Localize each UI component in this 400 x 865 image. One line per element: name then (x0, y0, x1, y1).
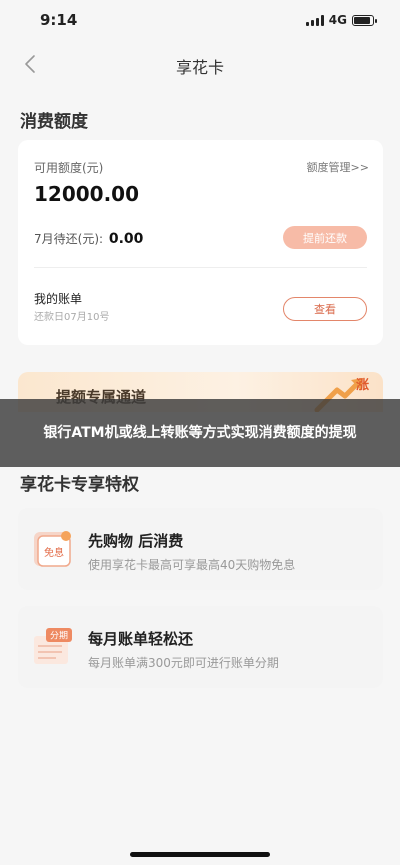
available-amount: 12000.00 (34, 182, 140, 206)
benefit-desc: 使用享花卡最高可享最高40天购物免息 (88, 558, 296, 572)
home-indicator[interactable] (130, 852, 270, 857)
benefit-title: 每月账单轻松还 (88, 630, 194, 648)
early-repay-button[interactable]: 提前还款 (283, 226, 367, 249)
quota-management-link[interactable]: 额度管理>> (307, 159, 369, 175)
network-type: 4G (328, 13, 347, 27)
free-interest-icon-label: 免息 (44, 546, 64, 559)
benefit-desc: 每月账单满300元即可进行账单分期 (88, 656, 279, 670)
status-bar: 9:14 4G (0, 0, 400, 40)
consumption-section-title: 消费额度 (20, 112, 88, 132)
benefits-section-title: 享花卡专享特权 (20, 475, 139, 495)
bill-title: 我的账单 (34, 292, 83, 306)
credit-card: 可用额度(元) 额度管理>> 12000.00 7月待还(元): 0.00 提前… (18, 140, 383, 345)
nav-bar: 享花卡 (0, 44, 400, 84)
benefit-title: 先购物 后消费 (88, 532, 184, 550)
pending-row: 7月待还(元): 0.00 (34, 230, 143, 247)
caption-overlay: 银行ATM机或线上转账等方式实现消费额度的提现 (0, 399, 400, 467)
free-interest-icon: 免息 (34, 531, 71, 567)
status-time: 9:14 (40, 11, 78, 29)
view-bill-button[interactable]: 查看 (283, 297, 367, 321)
battery-icon (352, 14, 377, 26)
bill-due-date: 还款日07月10号 (34, 312, 110, 323)
caption-text: 银行ATM机或线上转账等方式实现消费额度的提现 (43, 425, 357, 441)
status-indicators: 4G (305, 13, 377, 27)
pending-label: 7月待还(元): (34, 232, 104, 246)
page-title: 享花卡 (175, 58, 224, 77)
installment-icon: 分期 (34, 628, 72, 664)
benefit-card[interactable]: 免息 先购物 后消费 使用享花卡最高可享最高40天购物免息 (18, 508, 383, 590)
divider (34, 267, 367, 268)
benefit-card[interactable]: 分期 每月账单轻松还 每月账单满300元即可进行账单分期 (18, 606, 383, 688)
promo-badge: 涨 (355, 378, 369, 393)
available-label: 可用额度(元) (34, 161, 104, 175)
pending-amount: 0.00 (108, 231, 144, 247)
signal-icon (305, 14, 324, 26)
installment-icon-label: 分期 (50, 631, 68, 642)
